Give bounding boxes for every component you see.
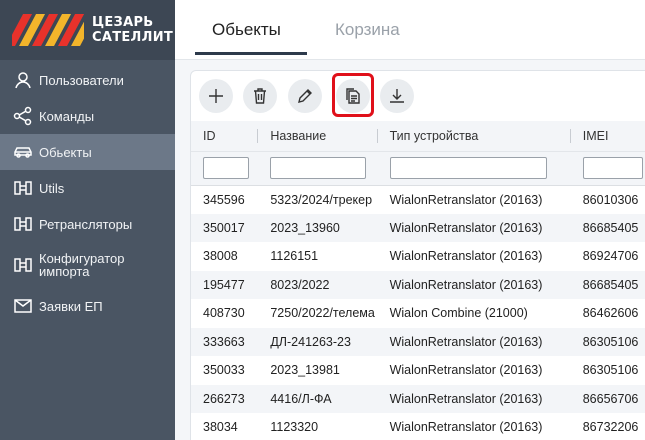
sidebar-item-label: Заявки ЕП [39,298,103,314]
cell-imei: 86924706 [582,249,639,264]
sidebar-item-retranslators[interactable]: Ретрансляторы [0,206,175,242]
cell-id: 350017 [191,213,259,242]
toolbar [191,71,645,121]
sidebar-item-import-configurator[interactable]: Конфигуратор импорта [0,242,175,288]
sidebar-menu: Пользователи Команды Обьекты Utils Ретра… [0,60,175,324]
cell-device-type: WialonRetranslator (20163) [389,192,543,207]
cell-imei: 86305106 [570,327,645,356]
cell-device-type: WialonRetranslator (20163) [377,327,571,356]
cell-imei: 86305106 [582,363,639,378]
sidebar-item-label: Ретрансляторы [39,216,133,232]
cell-device-type: WialonRetranslator (20163) [389,249,543,264]
cell-id: 266273 [191,384,259,413]
cell-imei: 86462606 [582,306,639,321]
cell-id: 345596 [203,192,245,207]
cell-id: 333663 [191,327,259,356]
cell-id: 408730 [203,306,245,321]
sidebar: ЦЕЗАРЬ САТЕЛЛИТ Пользователи Команды Обь… [0,0,175,440]
filter-device-type-input[interactable] [389,157,547,179]
delete-icon [254,88,266,104]
cell-device-type: WialonRetranslator (20163) [377,384,571,413]
table-row[interactable]: 350017 2023_13960 WialonRetranslator (2016… [191,213,645,242]
table-row[interactable]: 38008 1126151 WialonRetranslator (20163) 86… [191,242,645,271]
logo-stripes [12,14,84,46]
cell-name: ДЛ-241263-23 [258,327,378,356]
cell-device-type: WialonRetranslator (20163) [389,363,543,378]
table-row[interactable]: 350033 2023_13981 WialonRetranslator (2016… [191,356,645,385]
cell-imei: 86685405 [570,270,645,299]
cell-imei: 86685405 [570,213,645,242]
filter-id-input[interactable] [203,157,249,179]
active-tab-indicator [195,52,307,55]
header: Обьекты Корзина [175,0,645,60]
cell-name: 1126151 [270,249,319,264]
table-row[interactable]: 345596 5323/2024/трекер WialonRetranslator… [191,185,645,214]
sidebar-item-label: Команды [39,108,95,124]
router-icon [12,213,34,235]
cell-id: 350033 [203,363,245,378]
download-button[interactable] [380,79,414,113]
car-icon [12,141,34,163]
mail-icon [12,295,34,317]
filter-imei-input[interactable] [582,157,643,179]
add-icon [209,89,223,103]
copy-button-highlight [332,73,374,117]
cell-imei: 86656706 [570,384,645,413]
router-icon [12,254,34,276]
cell-name: 5323/2024/трекер [270,192,373,207]
table-row[interactable]: 408730 7250/2022/телема Wialon Combine (21… [191,299,645,328]
cell-imei: 86010306 [582,192,639,207]
router-icon [12,177,34,199]
share-icon [12,105,34,127]
filter-row [191,151,645,186]
sidebar-item-label: Utils [39,180,65,196]
logo-text: ЦЕЗАРЬ САТЕЛЛИТ [92,15,174,45]
cell-device-type: WialonRetranslator (20163) [389,420,543,435]
cell-device-type: WialonRetranslator (20163) [377,213,571,242]
table-row[interactable]: 38034 1123320 WialonRetranslator (20163) 86… [191,413,645,440]
cell-name: 7250/2022/телема [270,306,375,321]
cell-name: 4416/Л-ФА [258,384,378,413]
download-icon [390,89,404,103]
cell-id: 38008 [203,249,238,264]
sidebar-item-utils[interactable]: Utils [0,170,175,206]
column-header-id[interactable]: ID [191,121,259,152]
logo[interactable]: ЦЕЗАРЬ САТЕЛЛИТ [0,0,175,60]
objects-table: ID Название Тип устройства IMEI 345596 53… [191,121,645,440]
table-row[interactable]: 195477 8023/2022 WialonRetranslator (20163… [191,270,645,299]
sidebar-item-requests[interactable]: Заявки ЕП [0,288,175,324]
tab-trash[interactable]: Корзина [335,20,400,40]
column-header-device-type[interactable]: Тип устройства [377,121,571,152]
cell-name: 1123320 [270,420,319,435]
sidebar-item-commands[interactable]: Команды [0,98,175,134]
table-row[interactable]: 333663 ДЛ-241263-23 WialonRetranslator (20… [191,327,645,356]
cell-device-type: WialonRetranslator (20163) [377,270,571,299]
sidebar-item-users[interactable]: Пользователи [0,62,175,98]
add-button[interactable] [199,79,233,113]
cell-device-type: Wialon Combine (21000) [389,306,528,321]
delete-button[interactable] [243,79,277,113]
sidebar-item-objects[interactable]: Обьекты [0,134,175,170]
cell-name: 2023_13981 [270,363,340,378]
column-header-imei[interactable]: IMEI [570,121,645,152]
cell-id: 195477 [191,270,259,299]
filter-name-input[interactable] [270,157,367,179]
sidebar-item-label: Пользователи [39,72,124,88]
edit-icon [298,89,312,103]
table-header-row: ID Название Тип устройства IMEI [191,121,645,152]
cell-name: 8023/2022 [258,270,378,299]
cell-imei: 86732206 [582,420,639,435]
cell-id: 38034 [203,420,238,435]
sidebar-item-label: Обьекты [39,144,92,160]
table-row[interactable]: 266273 4416/Л-ФА WialonRetranslator (20163… [191,384,645,413]
edit-button[interactable] [288,79,322,113]
sidebar-item-label: Конфигуратор импорта [39,251,125,279]
user-icon [12,69,34,91]
cell-name: 2023_13960 [258,213,378,242]
column-header-name[interactable]: Название [258,121,378,152]
objects-panel: ID Название Тип устройства IMEI 345596 53… [190,70,645,440]
tab-objects[interactable]: Обьекты [212,20,281,40]
